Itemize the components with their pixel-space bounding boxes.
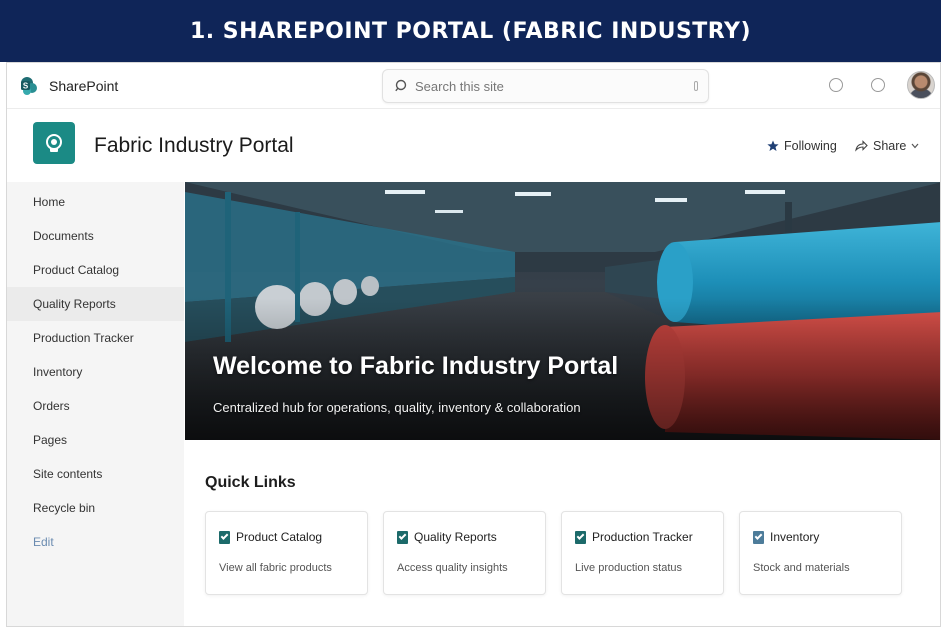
suite-bar: S SharePoint bbox=[7, 63, 940, 109]
site-title: Fabric Industry Portal bbox=[94, 134, 294, 157]
nav-item-site-contents[interactable]: Site contents bbox=[7, 457, 184, 491]
document-check-icon bbox=[397, 531, 408, 544]
nav-item-home[interactable]: Home bbox=[7, 185, 184, 219]
quick-link-description: View all fabric products bbox=[219, 562, 332, 574]
help-icon[interactable] bbox=[871, 78, 885, 92]
nav-item-inventory[interactable]: Inventory bbox=[7, 355, 184, 389]
hero-title: Welcome to Fabric Industry Portal bbox=[213, 352, 619, 380]
microphone-icon[interactable] bbox=[694, 81, 698, 91]
quick-link-title: Inventory bbox=[770, 530, 820, 544]
search-input[interactable] bbox=[415, 76, 675, 96]
search-box[interactable] bbox=[382, 69, 709, 103]
quick-link-description: Stock and materials bbox=[753, 562, 850, 574]
quick-link-title: Product Catalog bbox=[236, 530, 323, 544]
document-icon bbox=[753, 531, 764, 544]
quick-link-inventory[interactable]: Inventory Stock and materials bbox=[739, 511, 902, 595]
site-logo[interactable] bbox=[33, 122, 75, 164]
share-icon bbox=[855, 140, 868, 152]
share-button[interactable]: Share bbox=[855, 139, 919, 153]
browser-window: S SharePoint Fabric Industry Portal bbox=[6, 62, 941, 627]
following-button[interactable]: Following bbox=[767, 139, 837, 153]
quick-links-section: Quick Links Product Catalog View all fab… bbox=[185, 440, 940, 626]
sharepoint-logo-icon[interactable]: S bbox=[19, 76, 39, 96]
site-header: Fabric Industry Portal Following Share bbox=[7, 110, 940, 182]
avatar[interactable] bbox=[907, 71, 935, 99]
nav-item-production-tracker[interactable]: Production Tracker bbox=[7, 321, 184, 355]
star-icon bbox=[767, 140, 779, 151]
quick-links-title: Quick Links bbox=[205, 474, 296, 491]
hero-banner: Welcome to Fabric Industry Portal Centra… bbox=[185, 182, 940, 440]
quick-link-production-tracker[interactable]: Production Tracker Live production statu… bbox=[561, 511, 724, 595]
following-label: Following bbox=[784, 139, 837, 153]
settings-icon[interactable] bbox=[829, 78, 843, 92]
search-icon bbox=[395, 79, 407, 92]
document-check-icon bbox=[575, 531, 586, 544]
chevron-down-icon bbox=[911, 143, 919, 149]
title-banner: 1. SHAREPOINT PORTAL (FABRIC INDUSTRY) bbox=[0, 0, 941, 66]
app-brand[interactable]: SharePoint bbox=[49, 78, 118, 94]
nav-item-pages[interactable]: Pages bbox=[7, 423, 184, 457]
quick-link-description: Access quality insights bbox=[397, 562, 508, 574]
left-navigation: Home Documents Product Catalog Quality R… bbox=[7, 182, 184, 626]
nav-item-documents[interactable]: Documents bbox=[7, 219, 184, 253]
quick-link-product-catalog[interactable]: Product Catalog View all fabric products bbox=[205, 511, 368, 595]
quick-link-quality-reports[interactable]: Quality Reports Access quality insights bbox=[383, 511, 546, 595]
quick-link-title: Quality Reports bbox=[414, 530, 497, 544]
site-badge-icon bbox=[46, 134, 62, 152]
quick-link-title: Production Tracker bbox=[592, 530, 693, 544]
nav-item-quality-reports[interactable]: Quality Reports bbox=[7, 287, 184, 321]
share-label: Share bbox=[873, 139, 907, 153]
nav-item-recycle-bin[interactable]: Recycle bin bbox=[7, 491, 184, 525]
nav-item-orders[interactable]: Orders bbox=[7, 389, 184, 423]
banner-title: 1. SHAREPOINT PORTAL (FABRIC INDUSTRY) bbox=[189, 18, 752, 44]
nav-item-product-catalog[interactable]: Product Catalog bbox=[7, 253, 184, 287]
nav-item-edit[interactable]: Edit bbox=[7, 525, 184, 559]
document-check-icon bbox=[219, 531, 230, 544]
quick-link-description: Live production status bbox=[575, 562, 683, 574]
svg-text:S: S bbox=[23, 82, 29, 91]
hero-subtitle: Centralized hub for operations, quality,… bbox=[213, 400, 581, 415]
